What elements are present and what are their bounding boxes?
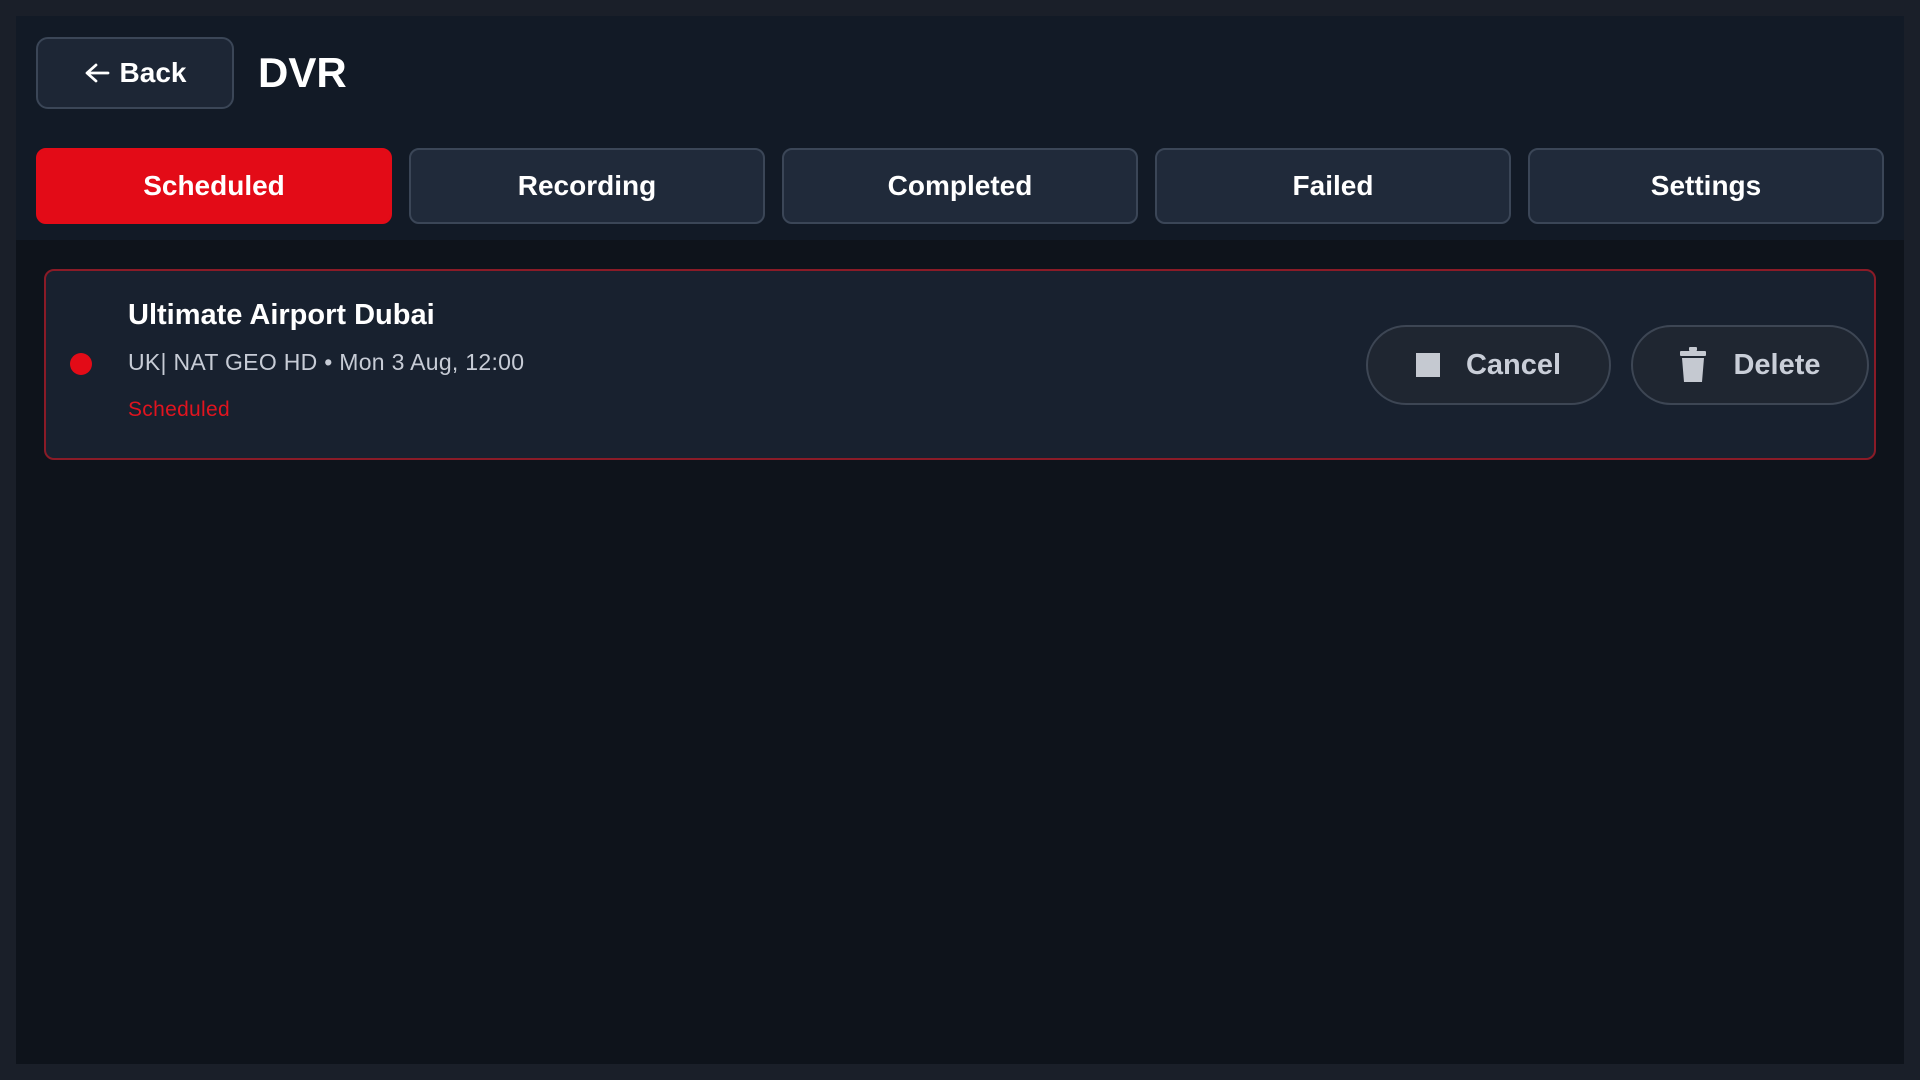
recording-item[interactable]: Ultimate Airport Dubai UK| NAT GEO HD • … [44, 269, 1876, 460]
stop-icon [1415, 353, 1440, 377]
header-bar: Back DVR Scheduled Recording Completed F… [16, 16, 1904, 240]
tab-settings[interactable]: Settings [1528, 148, 1884, 224]
cancel-button[interactable]: Cancel [1366, 325, 1611, 405]
tab-completed[interactable]: Completed [782, 148, 1138, 224]
tab-recording[interactable]: Recording [409, 148, 765, 224]
arrow-left-icon [84, 62, 110, 84]
recording-channel-time: UK| NAT GEO HD • Mon 3 Aug, 12:00 [128, 349, 525, 375]
delete-button[interactable]: Delete [1631, 325, 1869, 405]
recording-status-dot-icon [70, 353, 92, 375]
tab-bar: Scheduled Recording Completed Failed Set… [36, 148, 1884, 224]
recording-status-label: Scheduled [128, 398, 230, 421]
delete-label: Delete [1733, 348, 1821, 381]
back-label: Back [119, 57, 187, 88]
tab-scheduled[interactable]: Scheduled [36, 148, 392, 224]
back-button[interactable]: Back [36, 37, 234, 109]
trash-icon [1679, 347, 1707, 383]
cancel-label: Cancel [1465, 348, 1562, 381]
page-title: DVR [258, 49, 347, 96]
tab-failed[interactable]: Failed [1155, 148, 1511, 224]
recording-title: Ultimate Airport Dubai [128, 299, 435, 331]
dvr-screen: Back DVR Scheduled Recording Completed F… [16, 16, 1904, 1064]
